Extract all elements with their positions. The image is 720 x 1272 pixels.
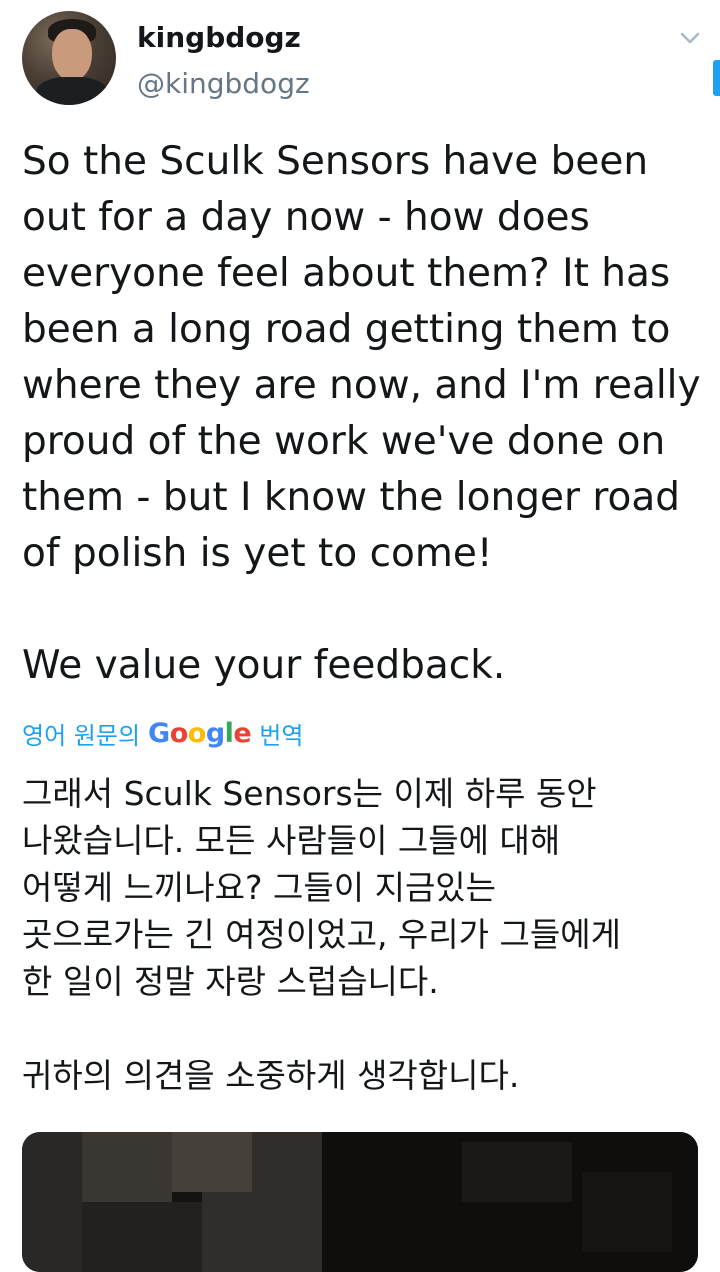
display-name[interactable]: kingbdogz bbox=[137, 18, 301, 58]
translation-prefix[interactable]: 영어 원문의 bbox=[22, 716, 140, 751]
tweet-closing: We value your feedback. bbox=[22, 643, 506, 688]
avatar-body bbox=[36, 77, 108, 105]
translated-line: 한 일이 정말 자랑 스럽습니다. bbox=[22, 962, 439, 1001]
scroll-indicator bbox=[713, 60, 720, 96]
translated-line: 그래서 Sculk Sensors는 이제 하루 동안 bbox=[22, 774, 597, 813]
user-handle[interactable]: @kingbdogz bbox=[137, 66, 310, 102]
tweet-line: them - but I know the longer road bbox=[22, 475, 681, 520]
tweet-line: out for a day now - how does bbox=[22, 195, 590, 240]
translation-attribution[interactable]: 영어 원문의 Google 번역 bbox=[22, 713, 303, 753]
media-block bbox=[82, 1132, 172, 1202]
tweet-line: where they are now, and I'm really bbox=[22, 363, 701, 408]
translated-line: 나왔습니다. 모든 사람들이 그들에 대해 bbox=[22, 821, 561, 860]
media-block bbox=[172, 1132, 252, 1192]
tweet-line: of polish is yet to come! bbox=[22, 531, 493, 576]
tweet-line: proud of the work we've done on bbox=[22, 419, 666, 464]
media-block bbox=[582, 1172, 672, 1252]
translated-text: 그래서 Sculk Sensors는 이제 하루 동안 나왔습니다. 모든 사람… bbox=[22, 770, 702, 1099]
media-block bbox=[22, 1132, 82, 1272]
translated-line: 곳으로가는 긴 여정이었고, 우리가 그들에게 bbox=[22, 915, 621, 954]
translated-closing: 귀하의 의견을 소중하게 생각합니다. bbox=[22, 1056, 520, 1095]
google-logo: Google bbox=[148, 717, 252, 749]
media-block bbox=[202, 1192, 322, 1272]
tweet-line: been a long road getting them to bbox=[22, 307, 671, 352]
tweet-line: everyone feel about them? It has bbox=[22, 251, 671, 296]
avatar-face bbox=[52, 29, 92, 81]
avatar[interactable] bbox=[22, 11, 116, 105]
translation-suffix[interactable]: 번역 bbox=[259, 716, 303, 751]
tweet-media-image[interactable] bbox=[22, 1132, 698, 1272]
media-block bbox=[462, 1142, 572, 1202]
tweet-text: So the Sculk Sensors have been out for a… bbox=[22, 134, 702, 694]
chevron-down-icon[interactable] bbox=[676, 24, 704, 52]
translated-line: 어떻게 느끼나요? 그들이 지금있는 bbox=[22, 868, 497, 907]
tweet-line: So the Sculk Sensors have been bbox=[22, 139, 649, 184]
